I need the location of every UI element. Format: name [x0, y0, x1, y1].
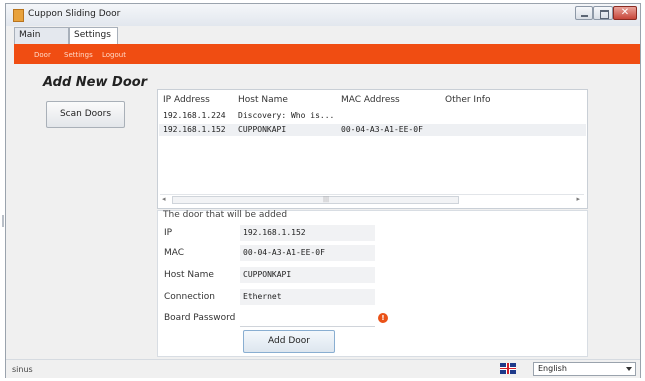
cell-host: Discovery: Who is... [238, 111, 335, 120]
scroll-grip-icon: ||| [323, 196, 330, 203]
scroll-thumb[interactable]: ||| [172, 196, 459, 204]
form-title: The door that will be added [163, 210, 288, 220]
app-icon [13, 9, 24, 22]
cell-mac: 00-04-A3-A1-EE-0F [341, 125, 423, 134]
mac-field: 00-04-A3-A1-EE-0F [240, 245, 375, 261]
language-select[interactable]: English [533, 362, 636, 376]
close-button[interactable]: ✕ [613, 6, 637, 20]
column-header-ip[interactable]: IP Address [163, 95, 210, 105]
cell-ip: 192.168.1.152 [163, 125, 226, 134]
cell-host: CUPPONKAPI [238, 125, 287, 134]
menu-item-settings[interactable]: Settings [64, 51, 93, 59]
device-list[interactable]: IP Address Host Name MAC Address Other I… [157, 89, 588, 209]
maximize-button[interactable] [593, 6, 613, 20]
list-item[interactable]: 192.168.1.224 Discovery: Who is... [159, 110, 586, 122]
ip-label: IP [164, 228, 173, 238]
language-value: English [538, 364, 567, 373]
password-input[interactable] [240, 311, 375, 327]
status-text: sinus [12, 365, 33, 374]
list-item-selected[interactable]: 192.168.1.152 CUPPONKAPI 00-04-A3-A1-EE-… [159, 124, 586, 136]
password-label: Board Password [164, 313, 236, 323]
page-title: Add New Door [43, 75, 148, 90]
door-form: The door that will be added IP 192.168.1… [157, 210, 588, 357]
host-name-field: CUPPONKAPI [240, 267, 375, 283]
menu-item-door[interactable]: Door [34, 51, 51, 59]
scroll-right-icon[interactable]: ▸ [576, 195, 580, 203]
scan-doors-button[interactable]: Scan Doors [46, 101, 125, 128]
column-header-info[interactable]: Other Info [445, 95, 490, 105]
tab-settings[interactable]: Settings [69, 27, 118, 44]
window-edge [2, 215, 4, 227]
tab-main-page[interactable]: Main Page [14, 27, 69, 55]
chevron-down-icon [626, 367, 632, 371]
uk-flag-icon [500, 363, 516, 374]
mac-label: MAC [164, 248, 185, 258]
alert-icon: ! [378, 313, 388, 323]
connection-label: Connection [164, 292, 215, 302]
menu-item-logout[interactable]: Logout [102, 51, 126, 59]
menu-bar: Door Settings Logout [14, 44, 640, 64]
status-bar: sinus English [6, 359, 640, 378]
add-door-button[interactable]: Add Door [243, 330, 335, 353]
app-window: Cuppon Sliding Door ✕ Main Page Settings… [5, 3, 641, 378]
column-header-mac[interactable]: MAC Address [341, 95, 400, 105]
ip-field: 192.168.1.152 [240, 225, 375, 241]
close-icon: ✕ [620, 7, 630, 18]
horizontal-scrollbar[interactable]: ◂ ||| ▸ [160, 194, 584, 204]
minimize-button[interactable] [575, 6, 593, 20]
column-header-host[interactable]: Host Name [238, 95, 288, 105]
host-name-label: Host Name [164, 270, 214, 280]
connection-field: Ethernet [240, 289, 375, 305]
scroll-left-icon[interactable]: ◂ [162, 195, 166, 203]
window-title: Cuppon Sliding Door [28, 9, 121, 19]
title-bar: Cuppon Sliding Door ✕ [6, 4, 640, 26]
cell-ip: 192.168.1.224 [163, 111, 226, 120]
